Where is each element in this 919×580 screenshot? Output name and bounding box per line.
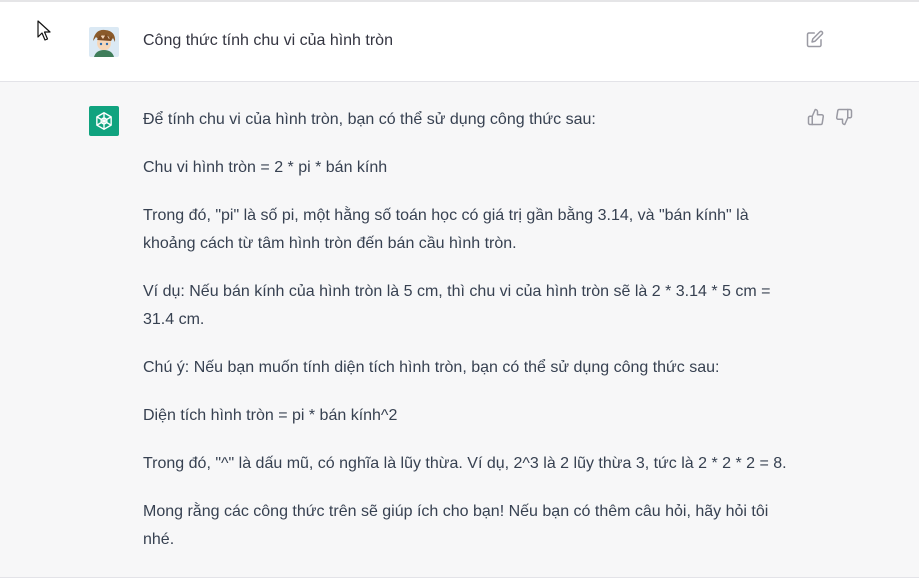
- assistant-paragraph: Trong đó, "pi" là số pi, một hằng số toá…: [143, 207, 749, 252]
- assistant-paragraph: Chú ý: Nếu bạn muốn tính diện tích hình …: [143, 359, 720, 376]
- assistant-message-text: Để tính chu vi của hình tròn, bạn có thể…: [143, 106, 793, 574]
- assistant-paragraph: Trong đó, "^" là dấu mũ, có nghĩa là lũy…: [143, 455, 787, 472]
- openai-logo-icon: [89, 106, 119, 136]
- assistant-paragraph: Mong rằng các công thức trên sẽ giúp ích…: [143, 503, 769, 548]
- assistant-paragraph: Diện tích hình tròn = pi * bán kính^2: [143, 407, 398, 424]
- user-avatar: [89, 27, 119, 57]
- thumbs-up-icon[interactable]: [807, 108, 825, 126]
- thumbs-down-icon[interactable]: [835, 108, 853, 126]
- edit-icon[interactable]: [806, 30, 824, 48]
- user-message-text: Công thức tính chu vi của hình tròn: [143, 32, 393, 49]
- mouse-cursor-icon: [37, 20, 51, 42]
- assistant-paragraph: Chu vi hình tròn = 2 * pi * bán kính: [143, 159, 388, 176]
- assistant-paragraph: Để tính chu vi của hình tròn, bạn có thể…: [143, 111, 596, 128]
- assistant-message-row: Để tính chu vi của hình tròn, bạn có thể…: [0, 82, 919, 578]
- assistant-paragraph: Ví dụ: Nếu bán kính của hình tròn là 5 c…: [143, 283, 771, 328]
- user-message-row: Công thức tính chu vi của hình tròn: [0, 2, 919, 82]
